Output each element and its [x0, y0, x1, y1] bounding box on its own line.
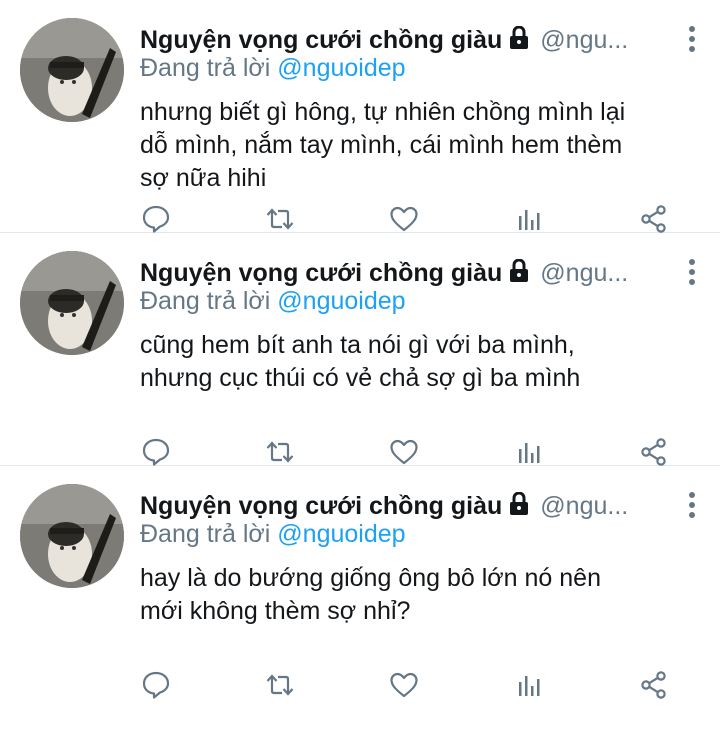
like-heart-icon[interactable]	[388, 203, 420, 235]
reply-prefix: Đang trả lời	[140, 287, 271, 315]
analytics-bar-icon[interactable]	[514, 669, 546, 701]
tweet[interactable]: Nguyện vọng cưới chồng giàu @ngu... Đang…	[0, 233, 720, 466]
reply-mention-link[interactable]: @nguoidep	[277, 520, 405, 548]
retweet-icon[interactable]	[264, 203, 296, 235]
author-name[interactable]: Nguyện vọng cưới chồng giàu	[140, 26, 502, 55]
more-vertical-icon[interactable]	[688, 26, 696, 56]
retweet-icon[interactable]	[264, 436, 296, 468]
reply-prefix: Đang trả lời	[140, 54, 271, 82]
reply-mention-link[interactable]: @nguoidep	[277, 54, 405, 82]
tweet-text-line: mới không thèm sợ nhỉ?	[140, 597, 411, 625]
lock-icon	[508, 25, 530, 55]
author-name[interactable]: Nguyện vọng cưới chồng giàu	[140, 259, 502, 288]
retweet-icon[interactable]	[264, 669, 296, 701]
tweet-text-line: nhưng biết gì hông, tự nhiên chồng mình …	[140, 98, 626, 126]
tweet-text-line: cũng hem bít anh ta nói gì với ba mình,	[140, 331, 575, 359]
reply-icon[interactable]	[140, 203, 172, 235]
avatar[interactable]	[20, 18, 124, 122]
reply-icon[interactable]	[140, 436, 172, 468]
tweet-text-line: sợ nữa hihi	[140, 164, 267, 192]
tweet-text-line: nhưng cục thúi có vẻ chả sợ gì ba mình	[140, 364, 581, 392]
tweet-actions	[140, 203, 680, 233]
tweet-actions	[140, 436, 680, 466]
share-icon[interactable]	[638, 669, 670, 701]
tweet[interactable]: Nguyện vọng cưới chồng giàu @ngu... Đang…	[0, 466, 720, 699]
author-handle[interactable]: @ngu...	[540, 259, 628, 288]
like-heart-icon[interactable]	[388, 436, 420, 468]
author-handle[interactable]: @ngu...	[540, 492, 628, 521]
more-vertical-icon[interactable]	[688, 259, 696, 289]
avatar[interactable]	[20, 484, 124, 588]
analytics-bar-icon[interactable]	[514, 436, 546, 468]
reply-prefix: Đang trả lời	[140, 520, 271, 548]
replying-to: Đang trả lời @nguoidep	[140, 54, 406, 83]
author-name[interactable]: Nguyện vọng cưới chồng giàu	[140, 492, 502, 521]
author-handle[interactable]: @ngu...	[540, 26, 628, 55]
more-vertical-icon[interactable]	[688, 492, 696, 522]
tweet-actions	[140, 669, 680, 699]
tweet[interactable]: Nguyện vọng cưới chồng giàu @ngu... Đang…	[0, 0, 720, 233]
share-icon[interactable]	[638, 436, 670, 468]
tweet-text: nhưng biết gì hông, tự nhiên chồng mình …	[140, 96, 700, 195]
avatar[interactable]	[20, 251, 124, 355]
tweet-text-line: dỗ mình, nắm tay mình, cái mình hem thèm	[140, 131, 623, 159]
share-icon[interactable]	[638, 203, 670, 235]
tweet-text: hay là do bướng giống ông bô lớn nó nên m…	[140, 562, 700, 628]
avatar-image	[20, 18, 124, 122]
replying-to: Đang trả lời @nguoidep	[140, 287, 406, 316]
reply-icon[interactable]	[140, 669, 172, 701]
reply-mention-link[interactable]: @nguoidep	[277, 287, 405, 315]
replying-to: Đang trả lời @nguoidep	[140, 520, 406, 549]
analytics-bar-icon[interactable]	[514, 203, 546, 235]
tweet-text-line: hay là do bướng giống ông bô lớn nó nên	[140, 564, 601, 592]
like-heart-icon[interactable]	[388, 669, 420, 701]
lock-icon	[508, 258, 530, 288]
tweet-feed: Nguyện vọng cưới chồng giàu @ngu... Đang…	[0, 0, 720, 699]
avatar-image	[20, 251, 124, 355]
avatar-image	[20, 484, 124, 588]
lock-icon	[508, 491, 530, 521]
tweet-text: cũng hem bít anh ta nói gì với ba mình, n…	[140, 329, 700, 395]
